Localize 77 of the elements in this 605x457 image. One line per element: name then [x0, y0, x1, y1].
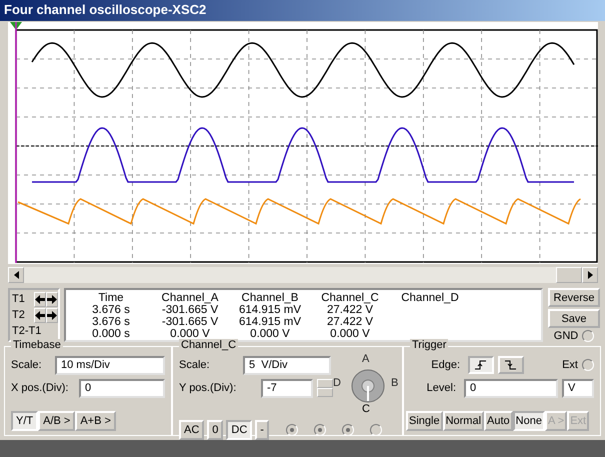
coupling-button[interactable]: AC — [179, 420, 204, 440]
column-header: Channel_A — [160, 292, 220, 304]
trigger-mode-button[interactable]: None — [512, 411, 545, 431]
cursor-left-button[interactable] — [34, 292, 46, 306]
scroll-right-button[interactable] — [582, 267, 598, 283]
falling-edge-icon — [505, 360, 517, 370]
column-header: Channel_D — [400, 292, 460, 304]
cursor-label: T2 — [12, 308, 26, 322]
cursor-right-button[interactable] — [46, 292, 58, 306]
column-header: Channel_C — [320, 292, 380, 304]
field-label: Y pos.(Div): — [179, 382, 238, 394]
table-cell-text: 3.676 s — [91, 304, 131, 316]
field-label: Level: — [426, 382, 457, 394]
edge-button[interactable] — [498, 356, 524, 374]
coupling-button[interactable]: DC — [226, 420, 252, 440]
side-button[interactable]: Reverse — [548, 288, 600, 307]
scroll-thumb[interactable] — [556, 267, 582, 283]
gnd-label: GND — [554, 330, 578, 342]
cursor-right-button[interactable] — [46, 308, 58, 322]
channel-radio[interactable] — [342, 424, 354, 436]
mode-button[interactable]: Y/T — [11, 411, 38, 431]
table-cell-text: 0.000 V — [169, 328, 211, 340]
scale-field[interactable]: 5 V/Div — [243, 356, 331, 374]
cursor-line[interactable] — [10, 22, 22, 263]
field-label: Scale: — [11, 359, 43, 371]
window-title: Four channel oscilloscope-XSC2 — [0, 0, 605, 21]
table-cell-text: 614.915 mV — [238, 304, 302, 316]
left-triangle-icon — [14, 271, 18, 279]
edge-button[interactable] — [468, 356, 494, 374]
field-label: Scale: — [179, 359, 211, 371]
cursor-label: T1 — [12, 292, 26, 306]
cursor-label: T2-T1 — [12, 324, 42, 338]
trigger-mode-button[interactable]: Auto — [484, 411, 513, 431]
unit-field[interactable]: V — [562, 378, 594, 398]
ypos-field[interactable]: -7 — [261, 378, 313, 398]
table-cell-text: 27.422 V — [326, 316, 374, 328]
trigger-mode-button[interactable]: Normal — [442, 411, 484, 431]
right-triangle-icon — [588, 271, 592, 279]
table-cell-text: 0.000 V — [249, 328, 291, 340]
horizontal-scrollbar[interactable] — [8, 267, 598, 283]
channel-radio[interactable] — [286, 424, 298, 436]
ext-label: Ext — [562, 359, 578, 371]
field-label: Edge: — [430, 359, 461, 371]
panel-title: Trigger — [410, 339, 448, 351]
panel-title: Timebase — [11, 339, 63, 351]
rising-edge-icon — [475, 360, 487, 370]
column-header: Time — [97, 292, 125, 304]
ext-radio[interactable] — [582, 359, 594, 371]
field-label: X pos.(Div): — [11, 382, 70, 394]
gnd-radio[interactable] — [582, 330, 594, 342]
table-cell-text: 0.000 s — [91, 328, 131, 340]
level-field[interactable]: 0 — [464, 378, 558, 398]
side-button[interactable]: Save — [548, 309, 600, 328]
scale-field[interactable]: 10 ms/Div — [55, 356, 165, 374]
trigger-mode-button[interactable]: Single — [406, 411, 443, 431]
channel-letter[interactable]: A — [362, 353, 370, 366]
channel-letter[interactable]: D — [333, 377, 341, 390]
table-cell-text: 3.676 s — [91, 316, 131, 328]
table-cell-text: 0.000 V — [329, 328, 371, 340]
scroll-left-button[interactable] — [8, 267, 24, 283]
mode-button[interactable]: A/B > — [38, 411, 76, 431]
coupling-button[interactable]: 0 — [207, 420, 224, 440]
table-cell-text: 27.422 V — [326, 304, 374, 316]
table-cell-text: 614.915 mV — [238, 316, 302, 328]
channel-letter[interactable]: B — [391, 377, 398, 390]
table-cell-text: -301.665 V — [160, 316, 220, 328]
mode-button[interactable]: A+B > — [75, 411, 116, 431]
coupling-button[interactable]: - — [255, 420, 269, 440]
xpos-field[interactable]: 0 — [79, 378, 165, 398]
cursor-left-button[interactable] — [34, 308, 46, 322]
channel-radio[interactable] — [314, 424, 326, 436]
panel-title: Channel_C — [179, 339, 238, 351]
table-cell-text: -301.665 V — [160, 304, 220, 316]
column-header: Channel_B — [240, 292, 300, 304]
channel-letter[interactable]: C — [362, 403, 370, 416]
channel-radio[interactable] — [370, 424, 382, 436]
channel-selector-knob[interactable] — [351, 369, 385, 403]
